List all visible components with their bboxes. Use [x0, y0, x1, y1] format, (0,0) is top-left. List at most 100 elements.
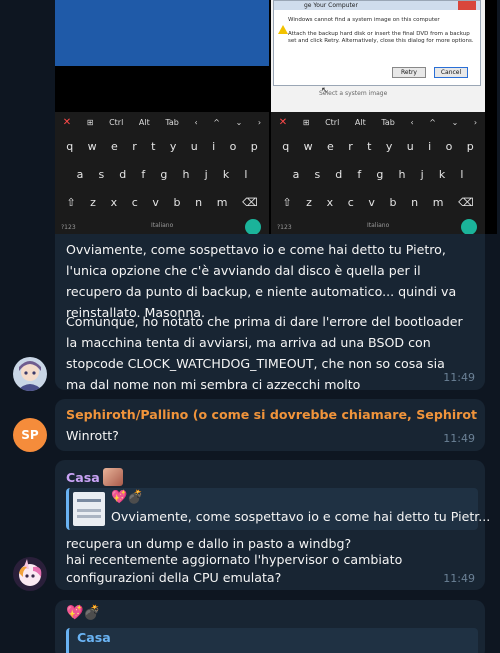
avatar[interactable]: SP [13, 418, 47, 452]
reply-quote[interactable]: 💖💣 Ovviamente, come sospettavo io e come… [66, 488, 490, 530]
message-time: 11:49 [443, 432, 475, 445]
message-bubble[interactable]: Sephiroth/Pallino (o come si dovrebbe ch… [55, 399, 485, 451]
phone-left-screen [55, 0, 269, 66]
reply-text: Ovviamente, come sospettavo io e come ha… [111, 509, 491, 524]
message-time: 11:49 [443, 371, 475, 384]
keyboard-key: d [119, 167, 127, 181]
keyboard-key: t [151, 139, 156, 153]
phone-left: ✕ ⊞ Ctrl Alt Tab ‹ ^ ⌄ › qwertyuiop asdfghjkl ⇧ z… [55, 0, 269, 234]
keyboard-key: ^ [429, 117, 436, 127]
keyboard-key: g [160, 167, 168, 181]
keyboard-key: b [173, 195, 181, 209]
reply-emoji: 💖💣 [111, 490, 144, 505]
keyboard-key: l [244, 167, 248, 181]
keyboard-key: y [385, 139, 393, 153]
keyboard-key: p [466, 139, 474, 153]
message-bubble[interactable]: Casa 💖💣 Ovviamente, come sospettavo io e… [55, 460, 490, 590]
message-text: Winrott? [66, 428, 119, 443]
enter-key-icon [245, 219, 261, 234]
attached-photo[interactable]: ✕ ⊞ Ctrl Alt Tab ‹ ^ ⌄ › qwertyuiop asdfghjkl ⇧ z… [55, 0, 497, 234]
keyboard-key: h [182, 167, 190, 181]
keyboard-key: ‹ [410, 117, 414, 127]
keyboard-key: ⇧ [282, 195, 292, 209]
keyboard-key: d [335, 167, 343, 181]
keyboard-key: q [66, 139, 74, 153]
avatar[interactable] [13, 557, 47, 591]
message-time: 11:49 [443, 572, 475, 585]
keyboard-key: j [420, 167, 424, 181]
keyboard-key: f [357, 167, 362, 181]
keyboard-toolbar: ✕ ⊞ Ctrl Alt Tab ‹ ^ ⌄ › [271, 112, 485, 132]
keyboard-key: u [190, 139, 198, 153]
message-text: Comunque, ho notato che prima di dare l'… [66, 314, 463, 392]
keyboard-key: e [111, 139, 118, 153]
keyboard-key: r [132, 139, 137, 153]
keyboard-key: e [327, 139, 334, 153]
keyboard-key: w [87, 139, 97, 153]
keyboard-key: l [460, 167, 464, 181]
keyboard-key: x [110, 195, 118, 209]
keyboard-key: q [282, 139, 290, 153]
keyboard-key: Tab [165, 117, 179, 127]
warning-icon [278, 25, 288, 34]
keyboard-key: ✕ [62, 116, 72, 128]
keyboard-key: ✕ [278, 116, 288, 128]
keyboard-key: a [292, 167, 300, 181]
phone-right-screen: ge Your Computer Windows cannot find a s… [271, 0, 485, 112]
message-bubble[interactable]: 💖💣 Casa [55, 600, 485, 653]
keyboard-key: ⌫ [458, 195, 474, 209]
keyboard-key: v [152, 195, 159, 209]
keyboard-key: o [445, 139, 453, 153]
keyboard-key: z [306, 195, 312, 209]
reply-quote[interactable]: Casa [66, 628, 478, 653]
keyboard-key: ^ [213, 117, 220, 127]
keyboard-toolbar: ✕ ⊞ Ctrl Alt Tab ‹ ^ ⌄ › [55, 112, 269, 132]
keyboard-key: m [432, 195, 444, 209]
avatar-initials: SP [21, 428, 39, 442]
unicorn-avatar-icon [13, 557, 47, 591]
message-text: hai recentemente aggiornato l'hypervisor… [66, 552, 403, 585]
keyboard-key: h [398, 167, 406, 181]
message-emoji: 💖💣 [66, 605, 101, 621]
keyboard-right: ✕ ⊞ Ctrl Alt Tab ‹ ^ ⌄ › qwertyuiop asdfghjkl ⇧ z… [271, 112, 485, 234]
keyboard-key: j [204, 167, 208, 181]
keyboard-key: c [347, 195, 354, 209]
keyboard-key: s [98, 167, 105, 181]
windows-dialog: ge Your Computer Windows cannot find a s… [273, 0, 481, 86]
keyboard-key: i [212, 139, 216, 153]
keyboard-key: i [428, 139, 432, 153]
keyboard-key: n [411, 195, 419, 209]
sender-name[interactable]: Sephiroth/Pallino (o come si dovrebbe ch… [66, 407, 478, 422]
sender-badge-icon [102, 468, 123, 486]
keyboard-key: m [216, 195, 228, 209]
keyboard-key: n [195, 195, 203, 209]
reply-thumbnail [73, 492, 105, 526]
keyboard-key: f [141, 167, 146, 181]
keyboard-key: w [303, 139, 313, 153]
close-icon [458, 1, 476, 10]
avatar[interactable] [13, 357, 47, 391]
keyboard-key: t [367, 139, 372, 153]
keyboard-key: z [90, 195, 96, 209]
keyboard-key: Tab [381, 117, 395, 127]
sender-name[interactable]: Casa [66, 470, 100, 485]
keyboard-key: › [257, 117, 262, 127]
keyboard-key: r [348, 139, 353, 153]
keyboard-key: a [76, 167, 84, 181]
keyboard-key: ⊞ [86, 117, 94, 127]
keyboard-key: ⌫ [242, 195, 258, 209]
keyboard-key: ⌄ [235, 117, 243, 127]
keyboard-key: u [406, 139, 414, 153]
message-bubble[interactable]: Ovviamente, come sospettavo io e come ha… [55, 234, 485, 392]
keyboard-key: ‹ [194, 117, 198, 127]
reply-sender: Casa [77, 630, 111, 645]
keyboard-left: ✕ ⊞ Ctrl Alt Tab ‹ ^ ⌄ › qwertyuiop asdfghjkl ⇧ z… [55, 112, 269, 234]
keyboard-key: ⇧ [66, 195, 76, 209]
keyboard-key: Alt [354, 117, 366, 127]
keyboard-key: ⌄ [451, 117, 459, 127]
keyboard-key: k [222, 167, 230, 181]
keyboard-key: p [250, 139, 258, 153]
keyboard-key: s [314, 167, 321, 181]
keyboard-key: Ctrl [325, 117, 340, 127]
keyboard-key: y [169, 139, 177, 153]
